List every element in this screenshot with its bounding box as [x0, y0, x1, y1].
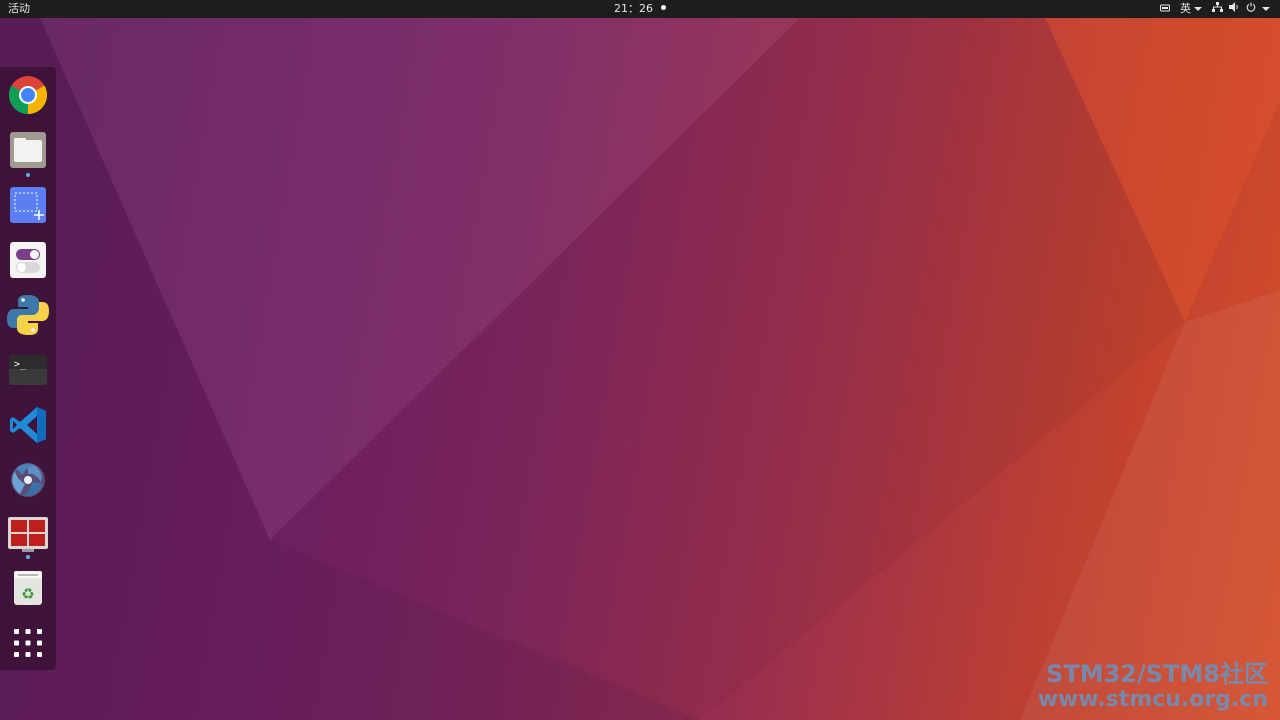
spiral-icon [11, 463, 45, 497]
show-applications-button[interactable] [6, 621, 50, 665]
dock-item-vscode[interactable] [6, 403, 50, 447]
clock-container: 21：26 [0, 0, 1280, 18]
running-indicator [26, 173, 30, 177]
screenshot-icon [10, 187, 46, 223]
chevron-down-icon [1194, 7, 1202, 11]
dock-item-python[interactable] [6, 293, 50, 337]
watermark-line-2: www.stmcu.org.cn [1037, 687, 1268, 712]
recycle-bin-icon: ♻ [14, 571, 42, 605]
dock-item-trash[interactable]: ♻ [6, 566, 50, 610]
wallpaper-facets [0, 18, 1280, 720]
activities-button[interactable]: 活动 [8, 0, 30, 18]
desktop-wallpaper [0, 0, 1280, 720]
clock-time: 21：26 [614, 2, 653, 15]
input-method-label: 英 [1180, 2, 1191, 15]
dock: >_ ♻ [0, 67, 56, 670]
status-area: 英 [1160, 0, 1270, 18]
vscode-icon [10, 407, 46, 443]
system-menu[interactable] [1212, 0, 1270, 18]
chrome-icon [8, 76, 48, 115]
toggle-switch-icon [10, 242, 46, 278]
watermark-line-1: STM32/STM8社区 [1046, 660, 1268, 688]
dock-item-spiral-app[interactable] [6, 458, 50, 502]
dock-item-tweaks[interactable] [6, 238, 50, 282]
python-icon [7, 295, 49, 335]
chevron-down-icon [1262, 7, 1270, 11]
notification-dot [661, 5, 666, 10]
grid-icon [14, 629, 42, 657]
top-bar: 活动 21：26 英 [0, 0, 1280, 18]
input-method-menu[interactable]: 英 [1180, 0, 1202, 18]
recycle-symbol: ♻ [21, 585, 34, 603]
watermark: STM32/STM8社区 www.stmcu.org.cn [1038, 660, 1268, 712]
running-indicator [26, 555, 30, 559]
dock-item-screenshot[interactable] [6, 183, 50, 227]
dock-item-terminal[interactable]: >_ [6, 348, 50, 392]
dock-item-chrome[interactable] [6, 73, 50, 117]
volume-icon [1229, 0, 1240, 18]
dock-item-multi-terminal[interactable] [6, 513, 50, 557]
folder-icon [10, 132, 46, 168]
terminal-icon: >_ [9, 355, 47, 385]
keyboard-icon[interactable] [1160, 0, 1170, 18]
dock-item-files[interactable] [6, 128, 50, 172]
multi-terminal-icon [8, 517, 48, 552]
network-icon [1212, 0, 1223, 18]
terminal-prompt: >_ [14, 359, 27, 370]
power-icon [1246, 0, 1256, 18]
clock-button[interactable]: 21：26 [614, 2, 666, 15]
